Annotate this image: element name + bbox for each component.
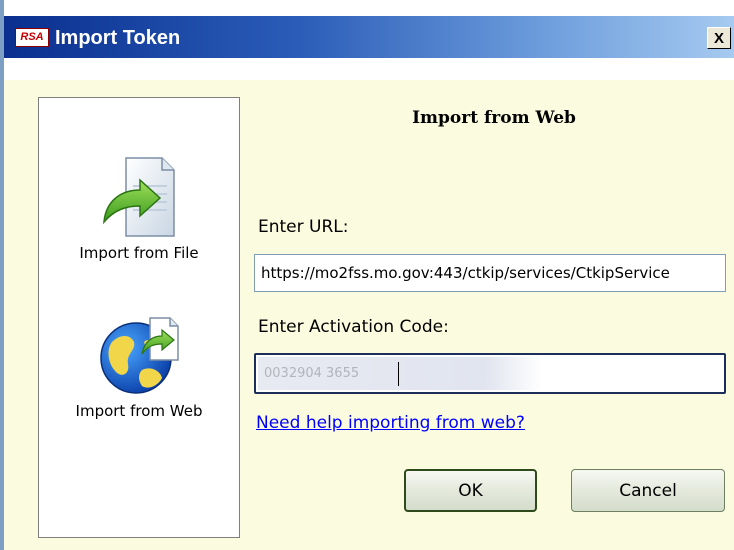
rsa-logo-icon: RSA [15, 28, 49, 47]
import-token-dialog: RSA Import Token X Import from File Impo… [0, 0, 734, 550]
section-title: Import from Web [412, 108, 576, 128]
text-caret [398, 362, 399, 386]
import-from-web-option[interactable]: Import from Web [39, 316, 239, 420]
import-from-web-label: Import from Web [75, 402, 203, 420]
close-icon: X [713, 29, 724, 47]
import-from-file-option[interactable]: Import from File [39, 156, 239, 262]
rsa-logo-text: RSA [20, 31, 44, 43]
url-input[interactable] [254, 254, 726, 292]
activation-code-input[interactable] [254, 353, 726, 394]
import-web-globe-icon [100, 317, 179, 394]
window-title: Import Token [55, 27, 181, 49]
activation-code-label: Enter Activation Code: [258, 317, 449, 337]
help-link[interactable]: Need help importing from web? [256, 413, 525, 433]
import-from-file-label: Import from File [79, 244, 199, 262]
ok-button[interactable]: OK [404, 469, 537, 512]
close-button[interactable]: X [707, 27, 731, 49]
import-file-icon [103, 157, 175, 237]
title-bar: RSA Import Token X [4, 0, 734, 80]
import-method-panel: Import from File Import from Web [38, 97, 240, 538]
cancel-button[interactable]: Cancel [571, 469, 725, 512]
url-label: Enter URL: [258, 217, 349, 237]
